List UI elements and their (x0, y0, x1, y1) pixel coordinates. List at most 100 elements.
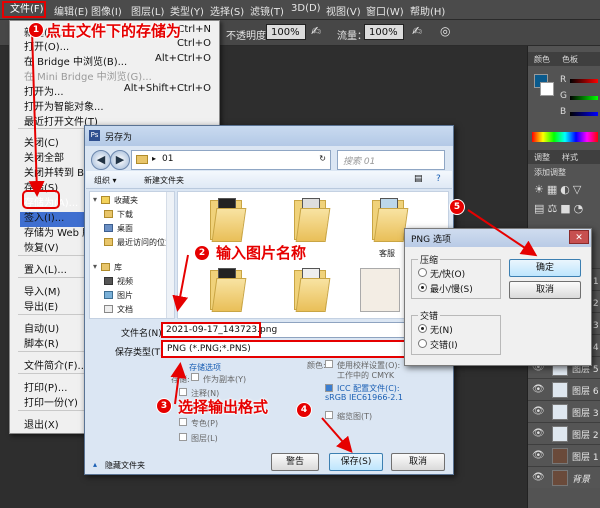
layer-row[interactable]: 👁 背景 (528, 466, 600, 488)
folder-item[interactable] (290, 268, 331, 312)
format-select[interactable]: PNG (*.PNG;*.PNS) (161, 340, 443, 358)
compression-none-radio[interactable] (418, 268, 427, 277)
adjustment-icons-row2[interactable]: ▤⚖■◔ (534, 202, 586, 215)
eye-icon[interactable]: 👁 (532, 450, 545, 461)
png-cancel-button[interactable]: 取消 (509, 281, 581, 299)
breadcrumb[interactable]: 01 (162, 154, 173, 164)
airbrush-icon[interactable]: ✍ (412, 24, 422, 38)
flow-input[interactable]: 100% (364, 24, 404, 40)
forward-button[interactable]: ▶ (110, 150, 130, 170)
nav-recent[interactable]: 最近访问的位置 (117, 237, 173, 248)
menu-type[interactable]: 类型(Y) (170, 3, 204, 18)
folder-item[interactable] (206, 268, 247, 312)
menu-3d[interactable]: 3D(D) (291, 3, 321, 14)
menu-item-save[interactable]: 存储(S) (24, 179, 58, 194)
image-thumbnail[interactable] (360, 268, 400, 312)
menu-item-print[interactable]: 打印(P)... (24, 379, 67, 394)
view-icon[interactable]: ▤ (414, 174, 423, 184)
use-proof-checkbox[interactable] (325, 360, 333, 368)
as-copy-checkbox[interactable] (191, 373, 199, 381)
adjustment-icons[interactable]: ☀▦◐▽ (534, 183, 584, 196)
eye-icon[interactable]: 👁 (532, 428, 545, 439)
g-slider[interactable] (570, 96, 598, 100)
icc-checkbox[interactable] (325, 384, 333, 392)
notes-checkbox[interactable] (179, 388, 187, 396)
menu-item-close-go-bridge[interactable]: 关闭并转到 Br (24, 164, 88, 179)
cancel-button[interactable]: 取消 (391, 453, 445, 471)
save-button[interactable]: 保存(S) (329, 453, 383, 471)
menu-item-print-one[interactable]: 打印一份(Y) (24, 394, 78, 409)
layer-row[interactable]: 👁 图层 1 (528, 444, 600, 466)
pressure-icon[interactable]: ✍ (311, 24, 321, 38)
menu-item-place[interactable]: 置入(L)... (24, 261, 67, 276)
menu-item-save-as[interactable]: 存储为(A)... (24, 194, 78, 209)
menu-item-scripts[interactable]: 脚本(R) (24, 335, 59, 350)
nav-documents[interactable]: 文档 (117, 304, 133, 315)
layers-checkbox[interactable] (179, 433, 187, 441)
menu-item-close[interactable]: 关闭(C) (24, 134, 59, 149)
filename-input[interactable]: 2021-09-17_143723.png (166, 325, 277, 335)
close-icon[interactable]: ✕ (569, 230, 589, 244)
menu-image[interactable]: 图像(I) (91, 3, 122, 18)
eye-icon[interactable]: 👁 (532, 406, 545, 417)
nav-library[interactable]: 库 (114, 262, 122, 273)
menu-file[interactable]: 文件(F) (2, 1, 46, 18)
menu-item-save-for-web[interactable]: 存储为 Web 所 (24, 224, 92, 239)
background-color-swatch[interactable] (540, 82, 554, 96)
menu-select[interactable]: 选择(S) (210, 3, 244, 18)
folder-item[interactable] (206, 198, 247, 242)
menu-item-open-as[interactable]: 打开为... (24, 83, 64, 98)
menu-item-export[interactable]: 导出(E) (24, 298, 58, 313)
warning-button[interactable]: 警告 (271, 453, 319, 471)
collapse-icon[interactable]: ▴ (93, 460, 97, 469)
menu-item-browse-bridge[interactable]: 在 Bridge 中浏览(B)... (24, 53, 127, 68)
color-spectrum[interactable] (532, 132, 598, 142)
menu-view[interactable]: 视图(V) (326, 3, 361, 18)
menu-item-revert[interactable]: 恢复(V) (24, 239, 59, 254)
collapse-icon[interactable]: ▾ (93, 262, 97, 271)
nav-desktop[interactable]: 桌面 (117, 223, 133, 234)
hide-folders-button[interactable]: 隐藏文件夹 (105, 460, 145, 471)
layer-row[interactable]: 👁 图层 6 (528, 378, 600, 400)
help-icon[interactable]: ? (436, 174, 441, 184)
nav-favorites[interactable]: 收藏夹 (114, 195, 138, 206)
menu-filter[interactable]: 滤镜(T) (250, 3, 284, 18)
breadcrumb-chevron-icon[interactable]: ▸ (152, 154, 156, 163)
r-slider[interactable] (570, 79, 598, 83)
menu-item-automate[interactable]: 自动(U) (24, 320, 59, 335)
thumbnail-checkbox[interactable] (325, 411, 333, 419)
new-folder-button[interactable]: 新建文件夹 (144, 175, 184, 186)
menu-item-file-info[interactable]: 文件简介(F)... (24, 357, 87, 372)
tablet-size-icon[interactable]: ◎ (440, 24, 450, 38)
eye-icon[interactable]: 👁 (532, 472, 545, 483)
menu-item-check-in[interactable]: 签入(I)... (24, 209, 64, 224)
menu-item-import[interactable]: 导入(M) (24, 283, 60, 298)
folder-item[interactable] (290, 198, 331, 242)
tab-adjustments[interactable]: 调整 (534, 152, 550, 163)
menu-item-exit[interactable]: 退出(X) (24, 416, 59, 431)
refresh-icon[interactable]: ↻ (319, 154, 326, 163)
menu-help[interactable]: 帮助(H) (410, 3, 445, 18)
tab-styles[interactable]: 样式 (562, 152, 578, 163)
menu-item-open-smart-object[interactable]: 打开为智能对象... (24, 98, 104, 113)
back-button[interactable]: ◀ (91, 150, 111, 170)
tab-swatches[interactable]: 色板 (562, 54, 578, 65)
nav-scrollbar[interactable] (166, 192, 174, 318)
save-options-link[interactable]: 存储选项 (189, 362, 221, 373)
layer-row[interactable]: 👁 图层 2 (528, 422, 600, 444)
search-input[interactable]: 搜索 01 (337, 150, 445, 170)
address-bar[interactable]: ▸ 01 ↻ (131, 150, 331, 170)
nav-videos[interactable]: 视频 (117, 276, 133, 287)
spot-checkbox[interactable] (179, 418, 187, 426)
menu-edit[interactable]: 编辑(E) (54, 3, 88, 18)
nav-pictures[interactable]: 图片 (117, 290, 133, 301)
eye-icon[interactable]: 👁 (532, 384, 545, 395)
interlace-none-radio[interactable] (418, 324, 427, 333)
ok-button[interactable]: 确定 (509, 259, 581, 277)
layer-row[interactable]: 👁 图层 3 (528, 400, 600, 422)
interlace-on-radio[interactable] (418, 339, 427, 348)
compression-smallest-radio[interactable] (418, 283, 427, 292)
menu-window[interactable]: 窗口(W) (366, 3, 404, 18)
folder-item[interactable] (368, 198, 409, 242)
organize-button[interactable]: 组织 ▾ (94, 175, 117, 186)
